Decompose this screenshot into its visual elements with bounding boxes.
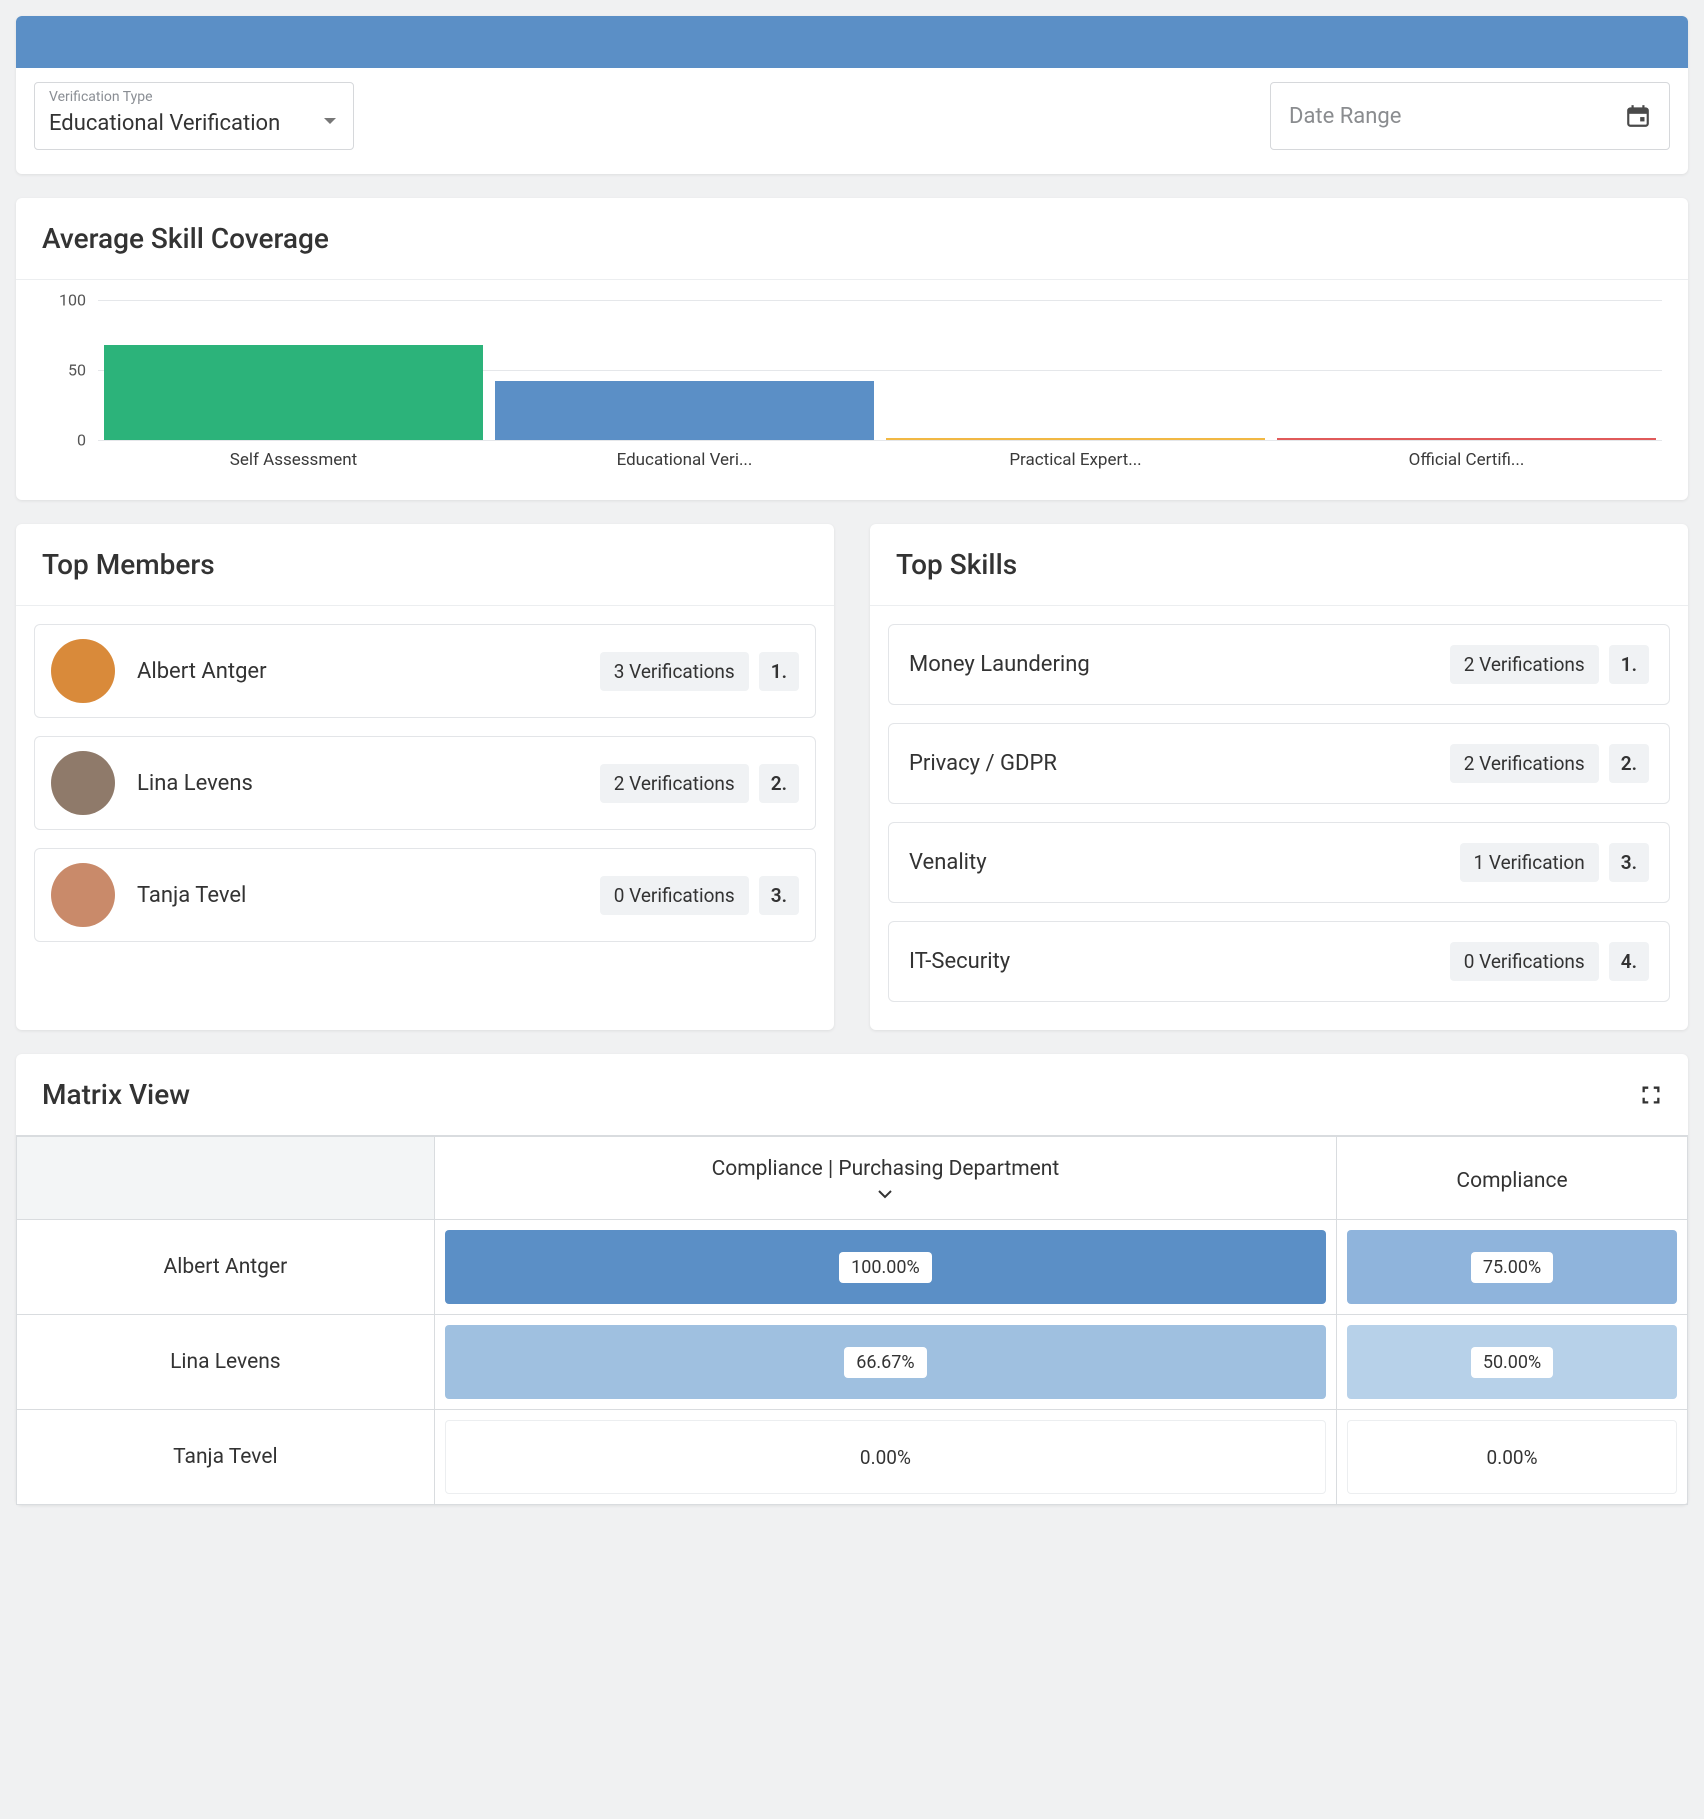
- calendar-icon: [1625, 103, 1651, 129]
- matrix-title: Matrix View: [42, 1078, 190, 1111]
- member-row[interactable]: Albert Antger3 Verifications 1.: [34, 624, 816, 718]
- top-skills-card: Top Skills Money Laundering2 Verificatio…: [870, 524, 1688, 1030]
- skill-row[interactable]: Privacy / GDPR2 Verifications 2.: [888, 723, 1670, 804]
- matrix-row-header[interactable]: Lina Levens: [17, 1315, 435, 1410]
- member-row[interactable]: Lina Levens2 Verifications 2.: [34, 736, 816, 830]
- y-axis-tick: 0: [42, 431, 86, 450]
- rank-badge: 3.: [1609, 843, 1649, 882]
- verification-type-label: Verification Type: [49, 89, 339, 105]
- skill-name: Venality: [909, 850, 1460, 875]
- avatar: [51, 751, 115, 815]
- x-axis-label: Practical Expert...: [880, 450, 1271, 470]
- top-skills-title: Top Skills: [870, 524, 1688, 605]
- verifications-badge: 2 Verifications: [1450, 744, 1599, 783]
- matrix-table: Compliance | Purchasing Department Compli…: [16, 1136, 1688, 1505]
- date-range-placeholder: Date Range: [1289, 104, 1401, 129]
- verifications-badge: 1 Verification: [1460, 843, 1599, 882]
- bar-chart: 050100 Self AssessmentEducational Veri..…: [42, 300, 1662, 480]
- verifications-badge: 0 Verifications: [1450, 942, 1599, 981]
- chart-bar[interactable]: [886, 438, 1265, 440]
- avatar: [51, 639, 115, 703]
- percentage-label: 75.00%: [1471, 1252, 1553, 1283]
- rank-badge: 2.: [759, 764, 799, 803]
- skill-name: Privacy / GDPR: [909, 751, 1450, 776]
- y-axis-tick: 100: [42, 291, 86, 310]
- percentage-label: 50.00%: [1471, 1347, 1553, 1378]
- matrix-cell[interactable]: 75.00%: [1337, 1220, 1688, 1315]
- verifications-badge: 3 Verifications: [600, 652, 749, 691]
- matrix-cell[interactable]: 0.00%: [1337, 1410, 1688, 1505]
- chart-bar[interactable]: [104, 345, 483, 440]
- member-name: Tanja Tevel: [137, 883, 600, 908]
- skill-name: IT-Security: [909, 949, 1450, 974]
- member-name: Albert Antger: [137, 659, 600, 684]
- chart-bar[interactable]: [1277, 438, 1656, 440]
- skill-row[interactable]: Money Laundering2 Verifications 1.: [888, 624, 1670, 705]
- matrix-corner: [17, 1137, 435, 1220]
- skill-name: Money Laundering: [909, 652, 1450, 677]
- verifications-badge: 2 Verifications: [600, 764, 749, 803]
- rank-badge: 3.: [759, 876, 799, 915]
- rank-badge: 2.: [1609, 744, 1649, 783]
- filter-card: Verification Type Educational Verificati…: [16, 16, 1688, 174]
- matrix-cell[interactable]: 100.00%: [434, 1220, 1336, 1315]
- verifications-badge: 2 Verifications: [1450, 645, 1599, 684]
- rank-badge: 4.: [1609, 942, 1649, 981]
- x-axis-label: Self Assessment: [98, 450, 489, 470]
- percentage-label: 0.00%: [445, 1420, 1326, 1494]
- matrix-card: Matrix View Compliance | Purchasing Depa…: [16, 1054, 1688, 1505]
- rank-badge: 1.: [1609, 645, 1649, 684]
- rank-badge: 1.: [759, 652, 799, 691]
- member-name: Lina Levens: [137, 771, 600, 796]
- matrix-cell[interactable]: 66.67%: [434, 1315, 1336, 1410]
- chevron-down-icon: [323, 117, 337, 127]
- matrix-column-header[interactable]: Compliance: [1337, 1137, 1688, 1220]
- x-axis-label: Official Certifi...: [1271, 450, 1662, 470]
- matrix-cell[interactable]: 50.00%: [1337, 1315, 1688, 1410]
- percentage-label: 66.67%: [844, 1347, 926, 1378]
- verifications-badge: 0 Verifications: [600, 876, 749, 915]
- matrix-row-header[interactable]: Tanja Tevel: [17, 1410, 435, 1505]
- chart-card: Average Skill Coverage 0 50 100 Self Asses…: [16, 198, 1688, 500]
- column-label: Compliance: [1349, 1169, 1675, 1193]
- chart-title: Average Skill Coverage: [16, 198, 1688, 279]
- x-axis-label: Educational Veri...: [489, 450, 880, 470]
- top-members-title: Top Members: [16, 524, 834, 605]
- top-members-card: Top Members Albert Antger3 Verifications…: [16, 524, 834, 1030]
- chart-bar[interactable]: [495, 381, 874, 440]
- verification-type-value: Educational Verification: [49, 111, 280, 136]
- avatar: [51, 863, 115, 927]
- matrix-column-header[interactable]: Compliance | Purchasing Department: [434, 1137, 1336, 1220]
- member-row[interactable]: Tanja Tevel0 Verifications 3.: [34, 848, 816, 942]
- chevron-down-icon[interactable]: [877, 1189, 893, 1199]
- percentage-label: 100.00%: [839, 1252, 932, 1283]
- skill-row[interactable]: Venality1 Verification 3.: [888, 822, 1670, 903]
- fullscreen-icon[interactable]: [1640, 1084, 1662, 1106]
- percentage-label: 0.00%: [1347, 1420, 1677, 1494]
- date-range-input[interactable]: Date Range: [1270, 82, 1670, 150]
- verification-type-select[interactable]: Verification Type Educational Verificati…: [34, 82, 354, 150]
- filter-header-bar: [16, 16, 1688, 68]
- column-label: Compliance | Purchasing Department: [447, 1157, 1324, 1181]
- matrix-cell[interactable]: 0.00%: [434, 1410, 1336, 1505]
- matrix-row-header[interactable]: Albert Antger: [17, 1220, 435, 1315]
- skill-row[interactable]: IT-Security0 Verifications 4.: [888, 921, 1670, 1002]
- y-axis-tick: 50: [42, 361, 86, 380]
